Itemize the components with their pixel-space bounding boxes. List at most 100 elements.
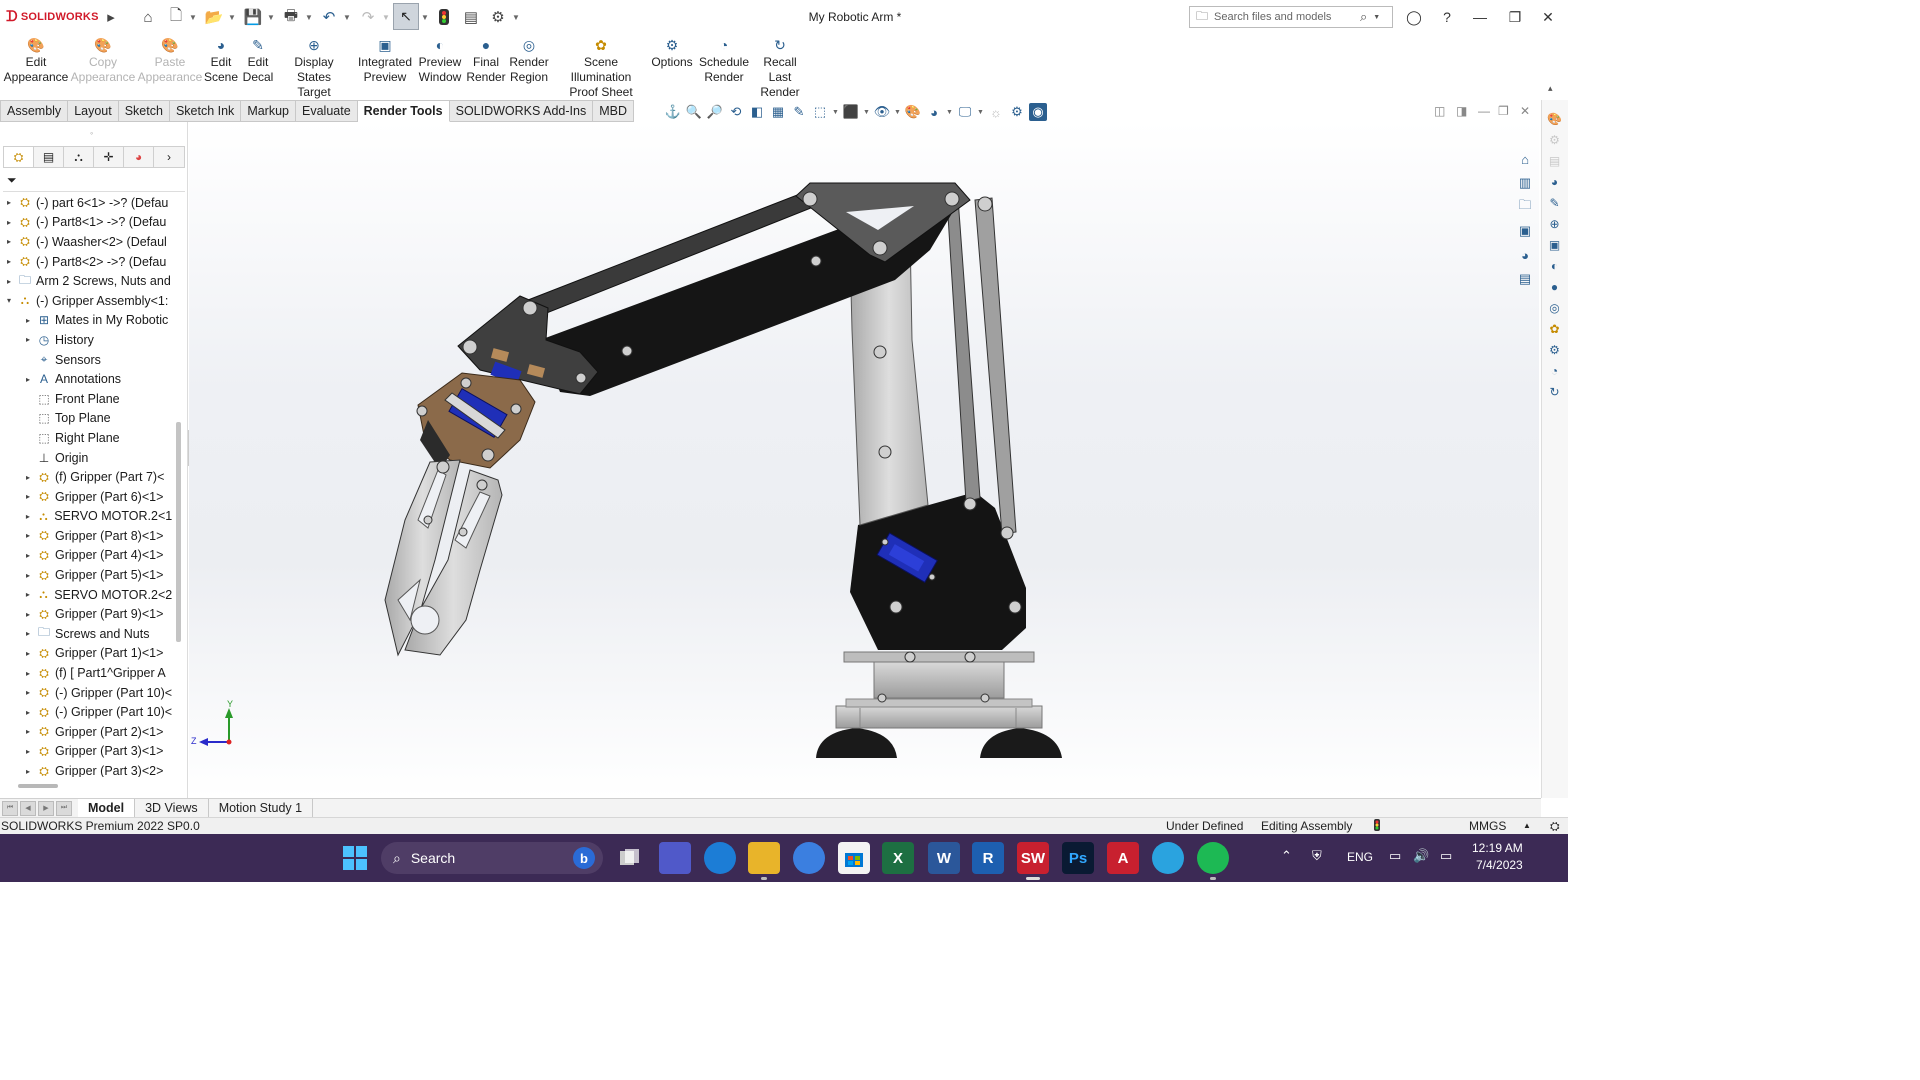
bottom-tab-model[interactable]: Model xyxy=(78,799,136,817)
undo-icon[interactable]: ↶ xyxy=(318,6,340,28)
robotic-arm-model[interactable]: Y Z xyxy=(189,122,1539,798)
propertymanager-tab[interactable]: ▤ xyxy=(34,147,65,167)
chevron-right-icon[interactable]: ▸ xyxy=(23,649,33,658)
home-view-icon[interactable]: ⌂ xyxy=(1512,148,1538,170)
bing-chat-icon[interactable]: b xyxy=(573,847,595,869)
tree-node[interactable]: ⬚ Front Plane xyxy=(0,389,172,409)
print-dropdown-icon[interactable]: ▼ xyxy=(304,6,314,28)
viewport-restore-icon[interactable]: ❐ xyxy=(1498,104,1509,118)
windows-start-icon[interactable] xyxy=(339,842,371,874)
tree-filter[interactable]: ⏷ xyxy=(3,170,185,192)
final-render-tool-icon[interactable]: ● xyxy=(1542,276,1567,297)
help-icon[interactable]: ? xyxy=(1435,6,1459,28)
clock-time[interactable]: 12:19 AM xyxy=(1472,841,1523,855)
tab-sketch-ink[interactable]: Sketch Ink xyxy=(169,100,242,122)
pane-scroll-up-icon[interactable]: ▴ xyxy=(1548,83,1553,94)
options-gear-icon[interactable]: ⚙ xyxy=(487,6,509,28)
render-region-tool-icon[interactable]: ◎ xyxy=(1542,297,1567,318)
revit-icon[interactable]: R xyxy=(972,842,1004,874)
appearance-tool-icon[interactable]: 🎨 xyxy=(1542,108,1567,129)
tab-mbd[interactable]: MBD xyxy=(593,100,634,122)
tab-markup[interactable]: Markup xyxy=(241,100,296,122)
photoview-integrated-preview-icon[interactable]: ◉ xyxy=(1029,103,1047,121)
quick-tips-icon[interactable]: ⛭ xyxy=(1550,819,1560,834)
show-hidden-icons-icon[interactable]: ⌃ xyxy=(1281,848,1292,864)
apply-scene-icon[interactable]: ◕ xyxy=(925,103,943,121)
task-view-icon[interactable] xyxy=(614,842,646,874)
robot-base-feet[interactable] xyxy=(816,728,1062,758)
appearances-pane-icon[interactable]: ◕ xyxy=(1512,244,1538,266)
spotify-icon[interactable] xyxy=(1197,842,1229,880)
chevron-down-icon[interactable]: ▾ xyxy=(4,296,14,305)
view-orientation-icon[interactable]: ⚓ xyxy=(664,103,682,121)
new-dropdown-icon[interactable]: ▼ xyxy=(188,6,198,28)
tree-node[interactable]: ▸ ⛭ (-) Gripper (Part 10)< xyxy=(0,683,172,703)
select-tool-button[interactable]: ↖ xyxy=(393,3,419,30)
tree-node[interactable]: ⊥ Origin xyxy=(0,448,172,468)
tree-node[interactable]: ▸ ⛭ Gripper (Part 2)<1> xyxy=(0,722,172,742)
graphics-area[interactable]: Y Z xyxy=(189,122,1539,798)
search-input[interactable] xyxy=(1214,11,1355,23)
preview-window-button[interactable]: ◐ Preview Window xyxy=(419,36,462,85)
options-button[interactable]: ⚙ Options xyxy=(651,36,693,70)
options-tool-icon[interactable]: ⚙ xyxy=(1542,339,1567,360)
chevron-right-icon[interactable]: ▸ xyxy=(23,629,33,638)
word-icon[interactable]: W xyxy=(928,842,960,874)
recall-tool-icon[interactable]: ↻ xyxy=(1542,381,1567,402)
tree-node[interactable]: ▸ ⊞ Mates in My Robotic xyxy=(0,311,172,331)
tree-node[interactable]: ▸ ◷ History xyxy=(0,330,172,350)
unit-system[interactable]: MMGS xyxy=(1469,819,1506,833)
next-tab-icon[interactable]: ▶ xyxy=(38,800,54,816)
tree-node[interactable]: ▸ ⛭ Gripper (Part 8)<1> xyxy=(0,526,172,546)
preview-tool-icon[interactable]: ▣ xyxy=(1542,234,1567,255)
view-settings-icon[interactable]: 🖵 xyxy=(956,103,974,121)
bottom-tab-3d-views[interactable]: 3D Views xyxy=(135,799,209,817)
rear-linkage-rods[interactable] xyxy=(946,197,1017,535)
search-icon[interactable]: ⌕ xyxy=(1360,9,1367,25)
restore-icon[interactable]: ❐ xyxy=(1503,6,1527,28)
volume-icon[interactable]: 🔊 xyxy=(1413,848,1429,864)
configurationmanager-tab[interactable]: ⛬ xyxy=(64,147,95,167)
tree-node[interactable]: ⌖ Sensors xyxy=(0,350,172,370)
bottom-tab-motion-study-1[interactable]: Motion Study 1 xyxy=(209,799,314,817)
paste-tool-icon[interactable]: ▤ xyxy=(1542,150,1567,171)
tree-node[interactable]: ▾ ⛬ (-) Gripper Assembly<1: xyxy=(0,291,172,311)
photoshop-icon[interactable]: Ps xyxy=(1062,842,1094,874)
excel-icon[interactable]: X xyxy=(882,842,914,874)
solidworks-logo[interactable]: ᗪ SOLIDWORKS xyxy=(6,8,99,25)
gripper-housing[interactable] xyxy=(417,372,536,470)
viewport-split-icon[interactable]: ◫ xyxy=(1434,104,1445,118)
rebuild-traffic-light-icon[interactable] xyxy=(435,6,453,28)
tree-node[interactable]: ▸ ⛬ SERVO MOTOR.2<2: xyxy=(0,585,172,605)
home-icon[interactable]: ⌂ xyxy=(137,6,159,28)
chevron-right-icon[interactable]: ▸ xyxy=(23,551,33,560)
design-library-icon[interactable]: ▥ xyxy=(1512,172,1538,194)
chevron-right-icon[interactable]: ▸ xyxy=(23,747,33,756)
tree-node[interactable]: ▸ ⛭ Gripper (Part 5)<1> xyxy=(0,565,172,585)
prev-tab-icon[interactable]: ◀ xyxy=(20,800,36,816)
chevron-right-icon[interactable]: ▸ xyxy=(23,492,33,501)
tab-assembly[interactable]: Assembly xyxy=(0,100,69,122)
render-tools-hud-icon[interactable]: ⚙ xyxy=(1008,103,1026,121)
paste-appearance-button[interactable]: 🎨 Paste Appearance xyxy=(138,36,203,85)
tab-render-tools[interactable]: Render Tools xyxy=(357,100,450,122)
new-document-icon[interactable]: 🗋 xyxy=(166,6,186,28)
tree-node[interactable]: ▸ ⛭ (f) [ Part1^Gripper A xyxy=(0,663,172,683)
display-style-icon[interactable]: ⬛ xyxy=(842,103,860,121)
tree-node[interactable]: ▸ ⛭ (-) Waasher<2> (Defaul xyxy=(0,232,172,252)
search-box[interactable]: 🗀 ⌕ ▼ xyxy=(1189,6,1393,28)
tree-node[interactable]: ▸ ⛭ (-) part 6<1> ->? (Defau xyxy=(0,193,172,213)
tree-node[interactable]: ▸ ⛭ (f) Gripper (Part 7)< xyxy=(0,467,172,487)
file-explorer-pane-icon[interactable]: 🗀 xyxy=(1512,196,1538,218)
tree-vertical-scrollbar[interactable] xyxy=(176,422,181,642)
copy-tool-icon[interactable]: ⚙ xyxy=(1542,129,1567,150)
final-render-button[interactable]: ● Final Render xyxy=(466,36,506,85)
viewport-close-icon[interactable]: ✕ xyxy=(1520,104,1530,118)
chevron-right-icon[interactable]: ▸ xyxy=(4,277,14,286)
save-dropdown-icon[interactable]: ▼ xyxy=(266,6,276,28)
chevron-right-icon[interactable]: ▸ xyxy=(23,335,33,344)
apply-scene-dropdown-icon[interactable]: ▼ xyxy=(946,109,953,116)
display-states-tool-icon[interactable]: ⊕ xyxy=(1542,213,1567,234)
tree-node[interactable]: ▸ ⛭ (-) Part8<2> ->? (Defau xyxy=(0,252,172,272)
display-states-button[interactable]: ⊕ Display States Target xyxy=(279,36,349,100)
